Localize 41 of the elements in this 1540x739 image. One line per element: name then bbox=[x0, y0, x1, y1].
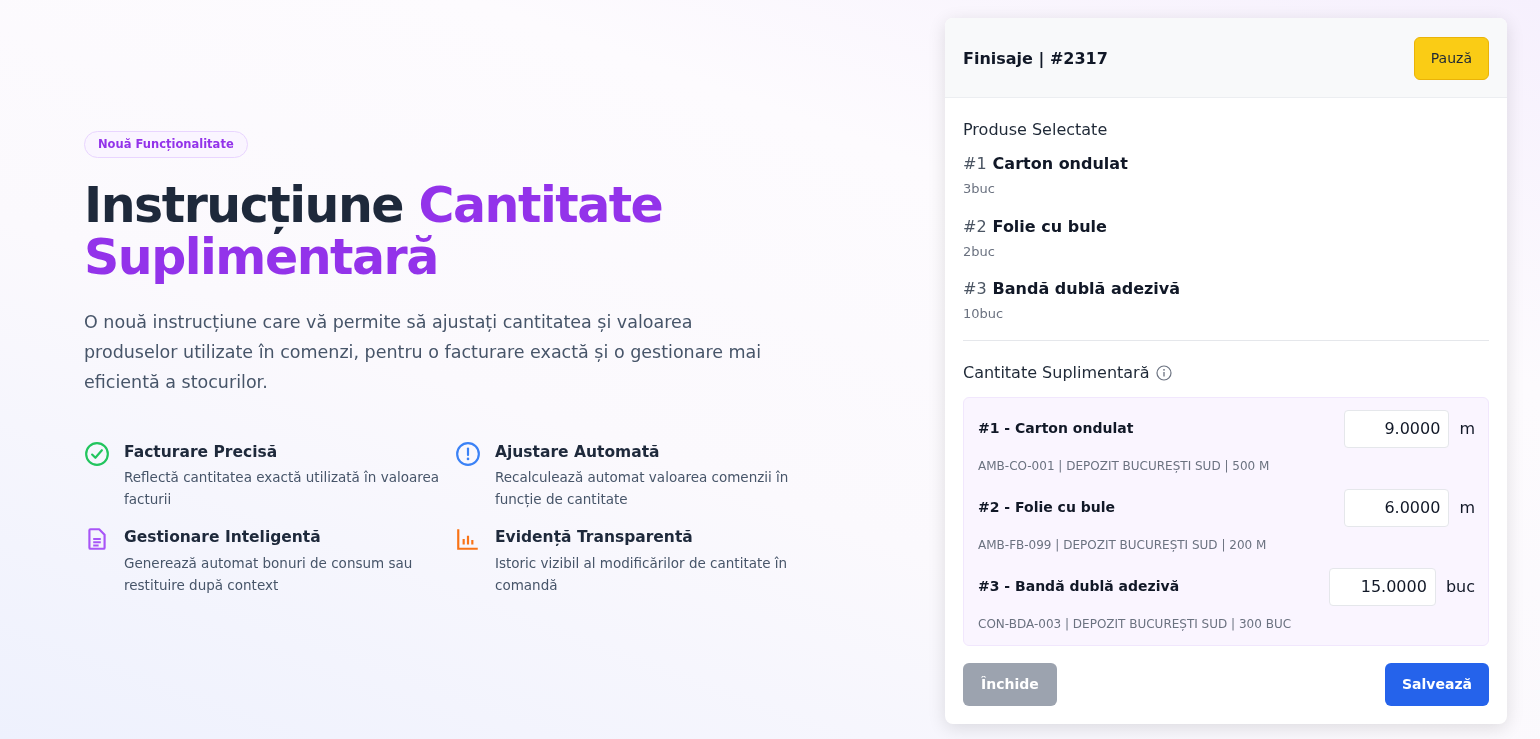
product-name: Bandă dublă adezivă bbox=[992, 279, 1181, 298]
item-label: #3 - Bandă dublă adezivă bbox=[978, 577, 1180, 596]
panel-title: Finisaje | #2317 bbox=[963, 47, 1108, 70]
item-details: AMB-CO-001 | DEPOZIT BUCUREȘTI SUD | 500 M bbox=[978, 457, 1271, 475]
pause-button[interactable]: Pauză bbox=[1413, 37, 1489, 80]
feature-title: Ajustare Automată bbox=[495, 442, 661, 464]
product-quantity: 10buc bbox=[963, 305, 1005, 323]
product-number: #1 bbox=[963, 154, 987, 173]
feature-title: Gestionare Inteligentă bbox=[124, 527, 322, 549]
new-feature-badge: Nouă Funcționalitate bbox=[84, 131, 248, 159]
section-heading: Produse Selectate bbox=[963, 119, 1109, 141]
item-details: CON-BDA-003 | DEPOZIT BUCUREȘTI SUD | 300 BUC bbox=[978, 615, 1293, 633]
item-details: AMB-FB-099 | DEPOZIT BUCUREȘTI SUD | 200 M bbox=[978, 536, 1268, 554]
feature-description: Generează automat bonuri de consum sau restituire după context bbox=[124, 553, 414, 595]
bar-chart-icon bbox=[455, 526, 481, 553]
save-button[interactable]: Salvează bbox=[1385, 663, 1489, 706]
check-circle-icon bbox=[84, 441, 110, 468]
product-name: Folie cu bule bbox=[992, 216, 1107, 236]
unit-label: buc bbox=[1445, 575, 1475, 598]
product-name: Carton ondulat bbox=[992, 154, 1128, 173]
product-quantity: 3buc bbox=[963, 180, 996, 198]
feature-description: Recalculează automat valoarea comenzii în funcție de cantitate bbox=[495, 468, 790, 510]
product-number: #2 bbox=[963, 216, 987, 236]
feature-description: Istoric vizibil al modificărilor de cantitate în comandă bbox=[495, 553, 789, 595]
unit-label: m bbox=[1459, 417, 1475, 440]
alert-circle-icon bbox=[455, 441, 481, 468]
description: O nouă instrucțiune care vă permite să ajustați cantitatea și valoarea produselor utilizate în comenzi, pentru o facturare exactă și o gestionare mai eficientă a stocurilor. bbox=[84, 311, 763, 395]
item-label: #1 - Carton ondulat bbox=[978, 419, 1134, 438]
page-title: Instrucțiune Cantitate Suplimentară bbox=[84, 180, 664, 284]
quantity-field[interactable]: 15.0000 bbox=[1328, 567, 1436, 606]
feature-title: Facturare Precisă bbox=[124, 442, 279, 464]
feature-title: Evidență Transparentă bbox=[495, 527, 694, 549]
info-icon[interactable] bbox=[1155, 364, 1172, 381]
quantity-field[interactable]: 9.0000 bbox=[1344, 409, 1450, 448]
product-number: #3 bbox=[963, 279, 987, 298]
quantity-field[interactable]: 6.0000 bbox=[1344, 488, 1450, 527]
product-quantity: 2buc bbox=[963, 242, 996, 261]
section-heading: Cantitate Suplimentară bbox=[963, 361, 1150, 384]
unit-label: m bbox=[1459, 496, 1475, 519]
feature-description: Reflectă cantitatea exactă utilizată în valoarea facturii bbox=[124, 468, 441, 510]
item-label: #2 - Folie cu bule bbox=[978, 498, 1116, 517]
